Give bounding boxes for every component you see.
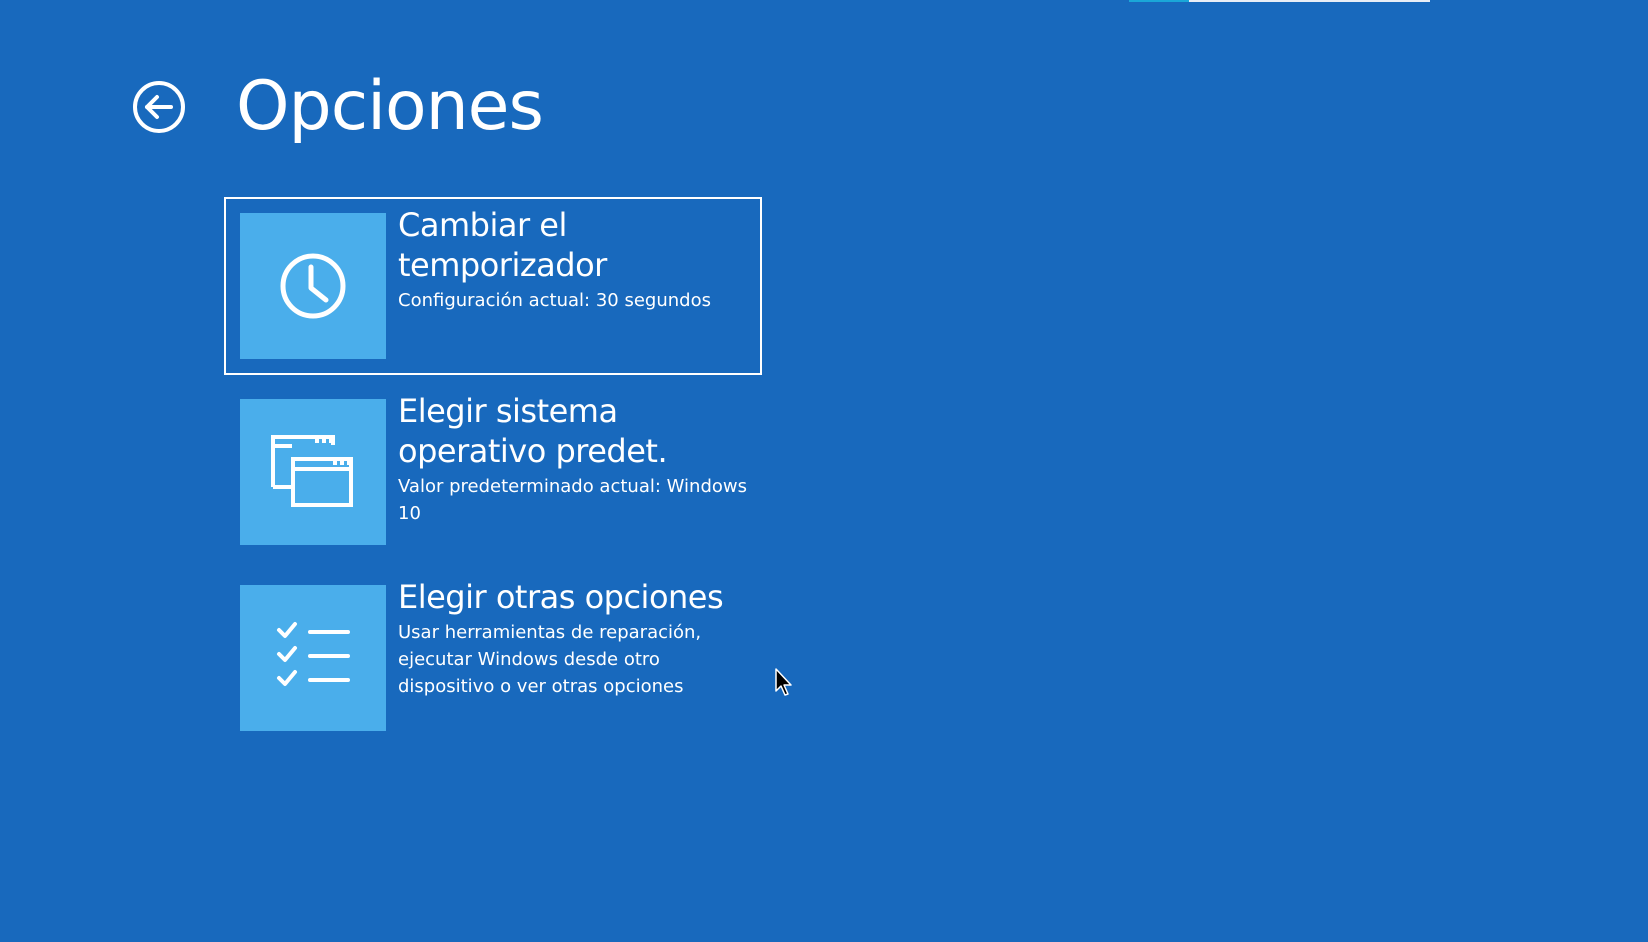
checklist-icon <box>277 622 350 686</box>
page-title: Opciones <box>236 67 544 146</box>
option-other-options[interactable]: Elegir otras opciones Usar herramientas … <box>224 569 762 747</box>
option-text: Elegir sistema operativo predet. Valor p… <box>398 391 753 527</box>
clock-icon <box>280 253 346 319</box>
option-tile <box>240 585 386 731</box>
option-change-timer[interactable]: Cambiar el temporizador Configuración ac… <box>224 197 762 375</box>
option-tile <box>240 399 386 545</box>
option-title: Elegir otras opciones <box>398 578 724 616</box>
back-button[interactable] <box>131 79 187 135</box>
option-tile <box>240 213 386 359</box>
option-text: Elegir otras opciones Usar herramientas … <box>398 577 753 700</box>
option-text: Cambiar el temporizador Configuración ac… <box>398 205 753 314</box>
option-default-os[interactable]: Elegir sistema operativo predet. Valor p… <box>224 383 762 561</box>
option-title: Elegir sistema operativo predet. <box>398 392 668 470</box>
option-description: Valor predeterminado actual: Windows 10 <box>398 476 747 524</box>
option-description: Usar herramientas de reparación, ejecuta… <box>398 622 702 697</box>
option-title: Cambiar el temporizador <box>398 206 607 284</box>
top-progress-accent <box>1129 0 1189 2</box>
mouse-cursor-icon <box>775 668 792 696</box>
windows-stack-icon <box>271 435 353 507</box>
option-description: Configuración actual: 30 segundos <box>398 290 711 311</box>
back-arrow-circle-icon <box>133 81 185 133</box>
boot-options-screen: Opciones Cambiar el temporizador Configu… <box>0 0 1648 942</box>
